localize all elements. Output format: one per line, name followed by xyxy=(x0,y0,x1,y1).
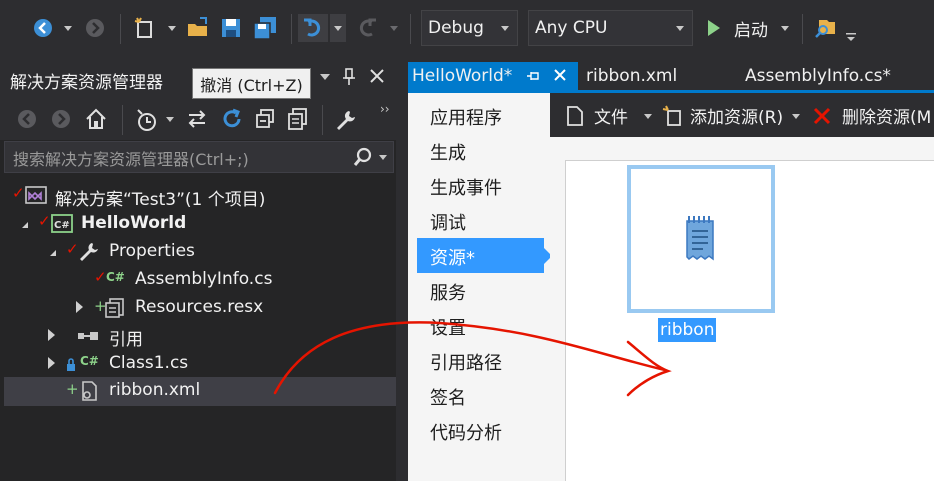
drag-annotation-arrow xyxy=(273,321,672,397)
